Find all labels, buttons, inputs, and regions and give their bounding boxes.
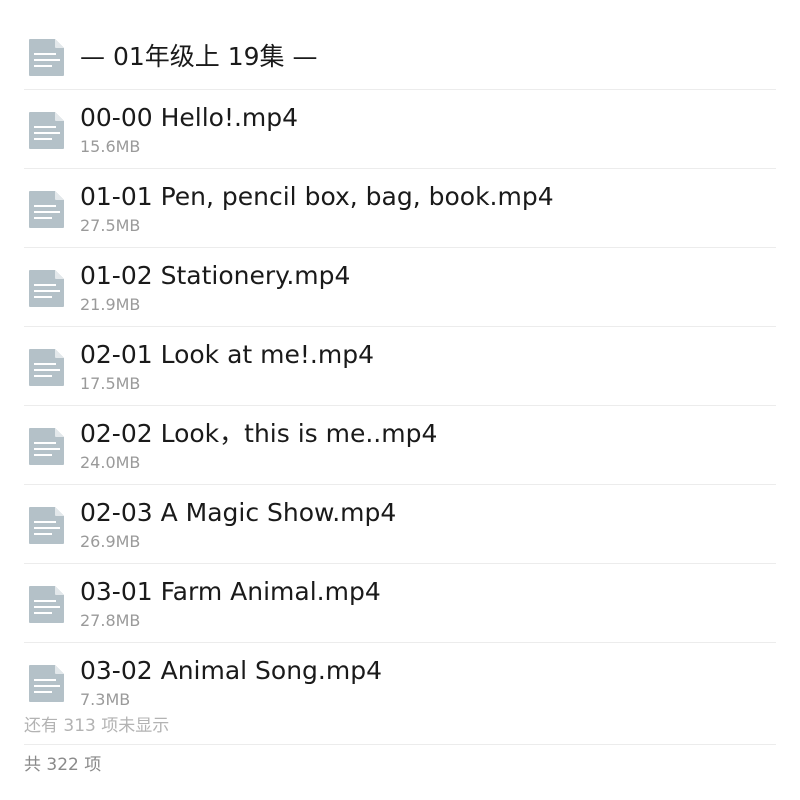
document-icon — [28, 664, 65, 703]
file-size: 7.3MB — [80, 690, 131, 709]
document-icon — [28, 506, 65, 545]
file-size: 27.8MB — [80, 611, 141, 630]
file-row[interactable]: 02-03 A Magic Show.mp4 26.9MB — [24, 485, 776, 564]
file-row[interactable]: 02-02 Look，this is me..mp4 24.0MB — [24, 406, 776, 485]
file-row[interactable]: 03-02 Animal Song.mp4 7.3MB — [24, 643, 776, 722]
file-name: 00-00 Hello!.mp4 — [80, 103, 299, 132]
file-name: 02-01 Look at me!.mp4 — [80, 340, 374, 369]
file-row[interactable]: 03-01 Farm Animal.mp4 27.8MB — [24, 564, 776, 643]
file-row[interactable]: 01-02 Stationery.mp4 21.9MB — [24, 248, 776, 327]
document-icon — [28, 190, 65, 229]
document-icon — [28, 38, 65, 77]
file-name: 02-02 Look，this is me..mp4 — [80, 419, 438, 448]
file-name: 03-01 Farm Animal.mp4 — [80, 577, 381, 606]
file-size: 26.9MB — [80, 532, 141, 551]
file-size: 17.5MB — [80, 374, 141, 393]
file-size: 24.0MB — [80, 453, 141, 472]
document-icon — [28, 427, 65, 466]
document-icon — [28, 585, 65, 624]
file-size: 21.9MB — [80, 295, 141, 314]
file-name: 03-02 Animal Song.mp4 — [80, 656, 383, 685]
file-list: — 01年级上 19集 — 00-00 Hello!.mp4 15.6MB 01-0… — [24, 10, 776, 722]
file-row[interactable]: 00-00 Hello!.mp4 15.6MB — [24, 90, 776, 169]
hidden-items-note: 还有 313 项未显示 — [24, 716, 170, 736]
file-row[interactable]: 01-01 Pen, pencil box, bag, book.mp4 27.5… — [24, 169, 776, 248]
document-icon — [28, 269, 65, 308]
document-icon — [28, 111, 65, 150]
footer-divider — [24, 744, 776, 745]
file-name: 01-01 Pen, pencil box, bag, book.mp4 — [80, 182, 554, 211]
file-name: 01-02 Stationery.mp4 — [80, 261, 351, 290]
file-row[interactable]: 02-01 Look at me!.mp4 17.5MB — [24, 327, 776, 406]
document-icon — [28, 348, 65, 387]
folder-title: — 01年级上 19集 — — [80, 42, 318, 71]
total-count: 共 322 项 — [24, 755, 102, 775]
file-size: 15.6MB — [80, 137, 141, 156]
folder-header[interactable]: — 01年级上 19集 — — [24, 10, 776, 90]
file-name: 02-03 A Magic Show.mp4 — [80, 498, 397, 527]
file-size: 27.5MB — [80, 216, 141, 235]
